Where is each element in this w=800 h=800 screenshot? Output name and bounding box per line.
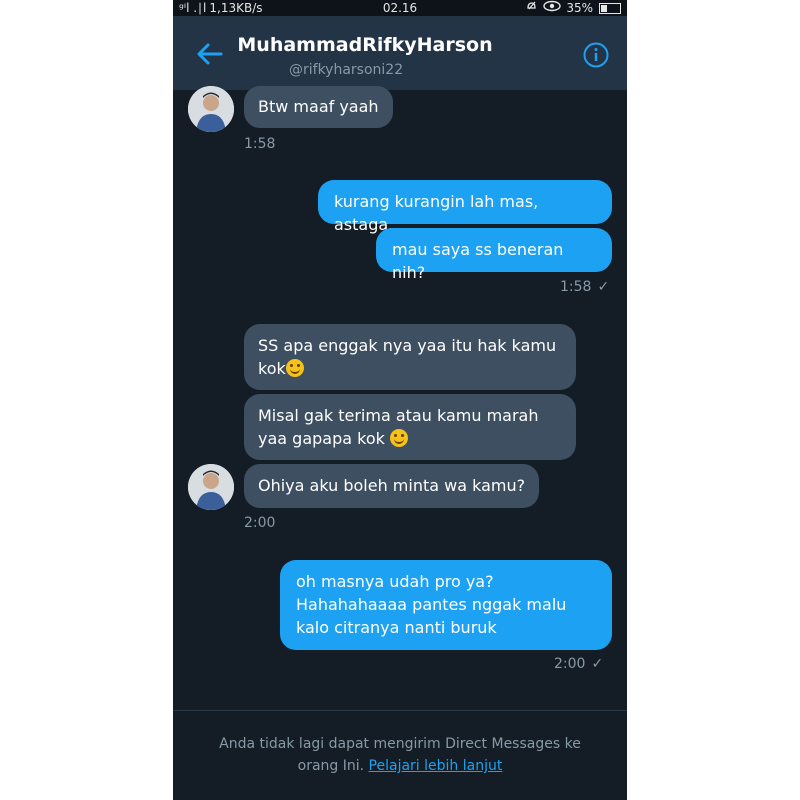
smiling-face-emoji bbox=[285, 359, 304, 377]
message-text-line: Hahahahaaaa pantes nggak malu bbox=[296, 595, 567, 614]
contact-handle: @rifkyharsoni22 bbox=[289, 62, 404, 78]
phone-screen: ᵍᴵl .∣l 1,13KB/s 02.16 35% MuhammadRifky… bbox=[173, 0, 627, 800]
message-timestamp: 2:00 bbox=[244, 515, 276, 531]
timestamp-text: 2:00 bbox=[554, 656, 586, 672]
learn-more-link[interactable]: Pelajari lebih lanjut bbox=[369, 758, 503, 774]
message-text: mau saya ss beneran nih? bbox=[392, 240, 564, 282]
check-icon: ✓ bbox=[597, 279, 610, 295]
message-bubble[interactable]: kurang kurangin lah mas, astaga. bbox=[318, 180, 612, 234]
message-text-line: Misal gak terima atau kamu marah bbox=[258, 406, 539, 425]
avatar[interactable] bbox=[188, 464, 234, 510]
message-text: Btw maaf yaah bbox=[258, 97, 379, 116]
message-bubble[interactable]: mau saya ss beneran nih? bbox=[376, 228, 612, 282]
status-bar: ᵍᴵl .∣l 1,13KB/s 02.16 35% bbox=[173, 0, 627, 16]
info-button[interactable] bbox=[583, 42, 609, 68]
message-text-line: kok bbox=[258, 357, 562, 380]
battery-icon bbox=[599, 2, 621, 14]
battery-percent: 35% bbox=[566, 1, 593, 15]
message-text: yaa gapapa kok bbox=[258, 429, 385, 448]
contact-name[interactable]: MuhammadRifkyHarson bbox=[173, 34, 627, 56]
message-bubble[interactable]: Misal gak terima atau kamu marah yaa gap… bbox=[244, 394, 576, 460]
message-text-line: SS apa enggak nya yaa itu hak kamu bbox=[258, 336, 557, 355]
message-text: Ohiya aku boleh minta wa kamu? bbox=[258, 476, 526, 495]
notice-text: Anda tidak lagi dapat mengirim Direct Me… bbox=[193, 733, 607, 777]
message-bubble[interactable]: SS apa enggak nya yaa itu hak kamu kok bbox=[244, 324, 576, 390]
message-text-line: yaa gapapa kok bbox=[258, 427, 562, 450]
mute-icon bbox=[526, 0, 538, 16]
eye-icon bbox=[542, 0, 562, 16]
message-bubble[interactable]: Ohiya aku boleh minta wa kamu? bbox=[244, 464, 540, 508]
message-text-line: kalo citranya nanti buruk bbox=[296, 618, 497, 637]
status-right: 35% bbox=[526, 0, 621, 16]
message-bubble[interactable]: oh masnya udah pro ya? Hahahahaaaa pante… bbox=[280, 560, 612, 650]
info-icon bbox=[583, 42, 609, 68]
check-icon: ✓ bbox=[591, 656, 604, 672]
conversation-header: MuhammadRifkyHarson @rifkyharsoni22 bbox=[173, 16, 627, 90]
profile-photo bbox=[188, 464, 234, 510]
notice-text-2: orang Ini. bbox=[297, 758, 365, 774]
message-text: kok bbox=[258, 359, 286, 378]
notice-line: orang Ini. Pelajari lebih lanjut bbox=[193, 755, 607, 777]
message-bubble[interactable]: Btw maaf yaah bbox=[244, 86, 393, 128]
message-timestamp: 1:58 bbox=[244, 136, 276, 152]
timestamp-text: 1:58 bbox=[560, 279, 592, 295]
message-timestamp: 1:58 ✓ bbox=[560, 279, 609, 295]
message-timestamp: 2:00 ✓ bbox=[554, 656, 603, 672]
notice-line: Anda tidak lagi dapat mengirim Direct Me… bbox=[219, 736, 581, 752]
smiling-face-emoji bbox=[389, 429, 408, 447]
profile-photo bbox=[188, 86, 234, 132]
dm-disabled-notice: Anda tidak lagi dapat mengirim Direct Me… bbox=[173, 710, 627, 800]
message-text-line: oh masnya udah pro ya? bbox=[296, 572, 494, 591]
message-thread[interactable]: Btw maaf yaah 1:58 kurang kurangin lah m… bbox=[173, 86, 627, 710]
avatar[interactable] bbox=[188, 86, 234, 132]
